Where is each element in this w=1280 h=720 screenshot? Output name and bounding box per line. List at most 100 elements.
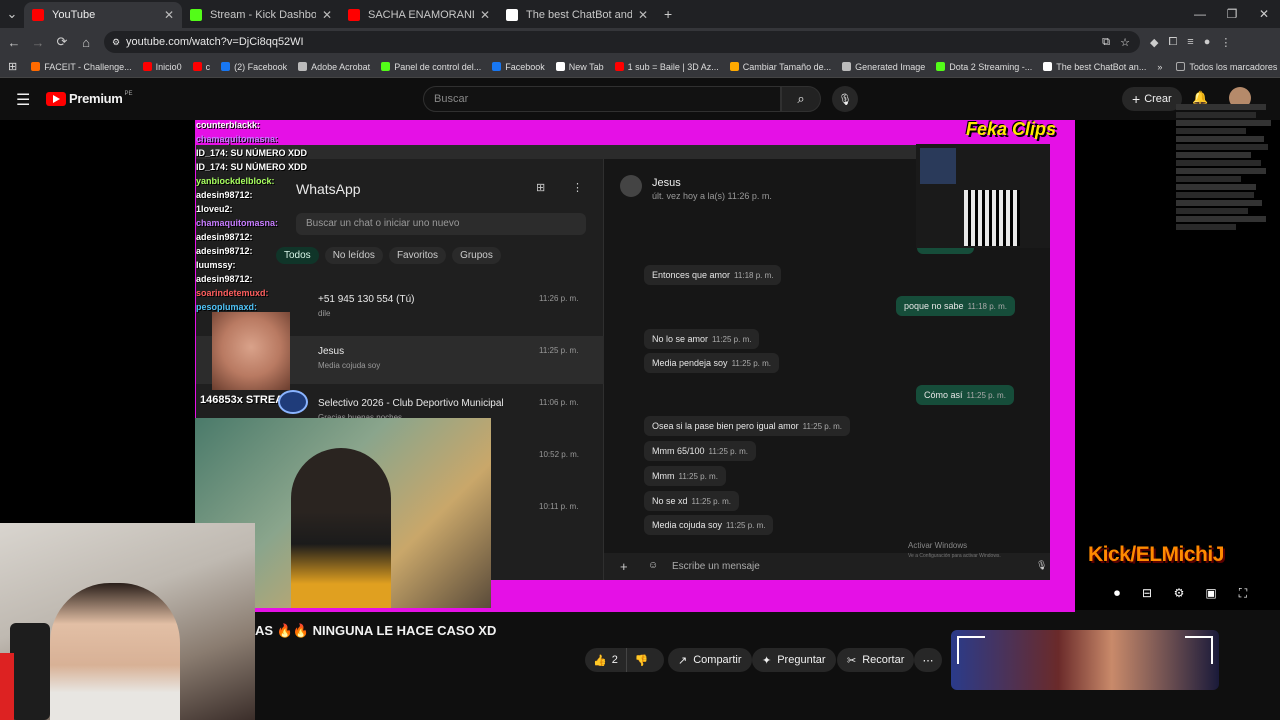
bookmark-item[interactable]: Panel de control del... [381,62,481,72]
menu-dots-icon[interactable]: ⋮ [572,181,583,194]
incoming-message[interactable]: No lo se amor 11:25 p. m. [644,329,760,349]
bookmark-item[interactable]: FACEIT - Challenge... [31,62,132,72]
like-button[interactable]: 👍 2 [585,648,627,672]
search-button[interactable]: ⌕ [781,86,821,112]
scissors-icon: ✂ [847,654,857,667]
guide-menu-icon[interactable]: ☰ [16,90,30,110]
minimize-icon[interactable]: — [1184,7,1216,21]
bookmark-item[interactable]: Adobe Acrobat [298,62,370,72]
bookmark-item[interactable]: Generated Image [842,62,925,72]
apps-icon[interactable]: ⊞ [8,60,17,73]
all-bookmarks[interactable]: Todos los marcadores [1176,62,1277,72]
incoming-message[interactable]: Mmm 65/100 11:25 p. m. [644,441,756,461]
incoming-message[interactable]: Entonces que amor 11:18 p. m. [644,265,782,285]
clip-button[interactable]: ✂ Recortar [837,648,915,672]
chat-filter-chip[interactable]: Grupos [452,247,501,264]
site-info-icon[interactable]: ⚙ [112,37,120,48]
bookmark-favicon-icon [492,62,502,71]
bookmark-item[interactable]: 1 sub = Baile | 3D Az... [614,62,719,72]
miniplayer-icon[interactable]: ▣ [1202,586,1220,602]
bookmark-item[interactable]: Dota 2 Streaming -... [936,62,1032,72]
new-chat-icon[interactable]: ⊞ [536,181,545,194]
kick-channel-text: Kick/ELMichiJ [1088,543,1224,566]
qr-code [964,190,1020,246]
stream-chat-message: counterblackk: [196,120,261,130]
tab-favicon-icon [190,9,202,21]
forward-icon[interactable]: → [26,35,50,50]
close-window-icon[interactable]: ✕ [1248,7,1280,21]
back-icon[interactable]: ← [2,35,26,50]
close-tab-icon[interactable]: ✕ [322,8,332,22]
search-input[interactable]: Buscar [423,86,781,112]
chat-search-input[interactable]: Buscar un chat o iniciar uno nuevo [296,213,586,235]
close-tab-icon[interactable]: ✕ [480,8,490,22]
create-button[interactable]: + Crear [1122,87,1182,111]
stream-chat-overlay: counterblackk: chamaquitomasna: ID_174: SU… [196,120,336,320]
share-icon: ↗ [678,654,688,667]
url-field[interactable]: ⚙ youtube.com/watch?v=DjCi8qq52WI ⧉ ☆ [104,31,1140,53]
share-button[interactable]: ↗ Compartir [668,648,752,672]
close-tab-icon[interactable]: ✕ [164,8,174,22]
bookmark-item[interactable]: Cambiar Tamaño de... [729,62,831,72]
bookmark-favicon-icon [298,62,308,71]
outgoing-message[interactable]: Cómo así 11:25 p. m. [916,385,1014,405]
chat-time: 11:25 p. m. [539,346,579,355]
subtitles-icon[interactable]: ⊟ [1138,586,1156,602]
contact-name[interactable]: Jesus [652,177,681,189]
streak-badge-icon [278,390,308,414]
home-icon[interactable]: ⌂ [74,35,98,50]
meme-face-image [212,312,290,390]
dislike-button[interactable]: 👎 [627,654,657,667]
outgoing-message[interactable]: poque no sabe 11:18 p. m. [896,296,1015,316]
incoming-message[interactable]: Mmm 11:25 p. m. [644,466,726,486]
autoplay-toggle[interactable]: ⏺ [1106,586,1128,602]
qr-code-ad [916,144,1050,248]
bookmark-item[interactable]: c [192,62,210,72]
bookmarks-bar: ⊞ FACEIT - Challenge... Inicio0 c (2) Faceb… [0,56,1280,78]
like-dislike-group: 👍 2 👎 [585,648,664,672]
chat-time: 11:06 p. m. [539,398,579,407]
browser-tab[interactable]: Stream - Kick Dashboard✕ [182,2,340,28]
sticker-icon[interactable]: ☺ [648,560,658,571]
logo-text: Premium [69,91,123,106]
profile-icon[interactable]: ● [1204,36,1211,49]
menu-icon[interactable]: ⋮ [1220,36,1231,49]
ask-button[interactable]: ✦ Preguntar [752,648,836,672]
new-tab-button[interactable]: + [664,6,672,22]
chat-time: 10:52 p. m. [539,450,580,459]
media-icon[interactable]: ≡ [1187,36,1193,49]
fullscreen-icon[interactable]: ⛶ [1234,586,1252,602]
extension-icon[interactable]: ◆ [1150,36,1158,49]
related-video-thumbnail[interactable] [951,630,1219,690]
browser-tab[interactable]: The best ChatBot and Widgets✕ [498,2,656,28]
tab-search-icon[interactable]: ⌄ [0,6,24,22]
bookmark-item[interactable]: The best ChatBot an... [1043,62,1146,72]
youtube-logo[interactable]: Premium PE [46,91,133,106]
more-actions-button[interactable]: ⋯ [914,648,942,672]
bookmark-item[interactable]: (2) Facebook [221,62,287,72]
stream-chat-message: chamaquitomasna: [196,218,279,228]
message-input[interactable]: Escribe un mensaje [672,561,760,572]
install-icon[interactable]: ⧉ [1102,36,1110,49]
bookmark-item[interactable]: Inicio0 [142,62,182,72]
chat-preview: Media cojuda soy [318,361,381,370]
maximize-icon[interactable]: ❐ [1216,7,1248,21]
settings-gear-icon[interactable]: ⚙ [1170,586,1188,602]
reload-icon[interactable]: ⟳ [50,34,74,50]
voice-search-button[interactable]: 🎙 [832,86,858,112]
incoming-message[interactable]: No se xd 11:25 p. m. [644,491,739,511]
incoming-message[interactable]: Media pendeja soy 11:25 p. m. [644,353,779,373]
incoming-message[interactable]: Osea si la pase bien pero igual amor 11:2… [644,416,851,436]
extensions-icon[interactable]: ⧠ [1168,36,1177,49]
more-bookmarks-icon[interactable]: » [1157,62,1162,72]
bookmark-star-icon[interactable]: ☆ [1120,36,1130,49]
bookmark-item[interactable]: Facebook [492,62,545,72]
browser-tab[interactable]: SACHA ENAMORANDO SE✕ [340,2,498,28]
close-tab-icon[interactable]: ✕ [638,8,648,22]
chat-filter-chip[interactable]: Favoritos [388,247,447,264]
bookmark-item[interactable]: New Tab [555,62,604,72]
attach-icon[interactable]: + [620,559,628,574]
browser-tab[interactable]: YouTube ✕ [24,2,182,28]
voice-note-icon[interactable]: 🎙 [1036,560,1047,571]
incoming-message[interactable]: Media cojuda soy 11:25 p. m. [644,515,774,535]
